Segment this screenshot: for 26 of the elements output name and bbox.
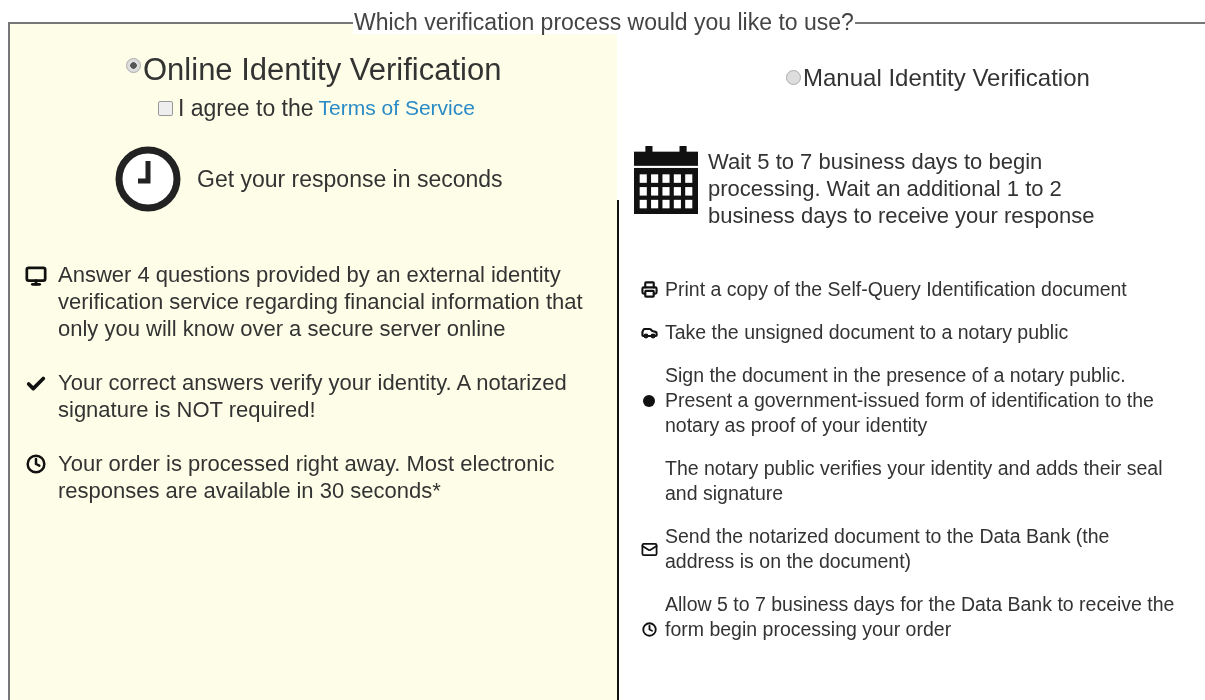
radio-button[interactable] [126, 58, 141, 73]
item-text: Your order is processed right away. Most electronic responses are available in 30 seconds* [58, 450, 556, 504]
step-text: Allow 5 to 7 business days for the Data Bank to receive the form begin processing your order [665, 592, 1176, 642]
clock-icon [26, 454, 46, 474]
checkbox[interactable] [158, 100, 173, 116]
calendar-icon [634, 146, 698, 214]
dot-icon [643, 394, 655, 407]
fieldset-legend: Which verification process would you like to use? [353, 10, 855, 34]
option-label: Manual Identity Verification [803, 64, 1090, 92]
step-text: Take the unsigned document to a notary public [665, 320, 1069, 345]
step-text: The notary public verifies your identity and adds their seal and signature [665, 456, 1164, 506]
headline-text: Get your response in seconds [197, 165, 503, 193]
headline-text: Wait 5 to 7 business days to begin processing. Wait an additional 1 to 2 business days to receive your response [708, 148, 1096, 229]
clock-icon [641, 622, 657, 637]
step-text: Print a copy of the Self-Query Identification document [665, 277, 1127, 302]
monitor-icon [25, 265, 47, 287]
option-label: Online Identity Verification [143, 53, 502, 87]
step-text: Sign the document in the presence of a notary public. Present a government-issued form of identification to the notary as proof of your identity [665, 363, 1155, 438]
radio-button[interactable] [786, 70, 801, 85]
item-text: Your correct answers verify your identity. A notarized signature is NOT required! [58, 369, 568, 423]
step-text: Send the notarized document to the Data Bank (the address is on the document) [665, 524, 1111, 574]
mail-icon [640, 540, 658, 558]
printer-icon [640, 281, 658, 298]
item-text: Answer 4 questions provided by an external identity verification service regarding financial information that only you will know over a secure server online [58, 261, 584, 342]
terms-link[interactable]: Terms of Service [318, 95, 475, 121]
agreement-text: I agree to the [178, 95, 314, 121]
